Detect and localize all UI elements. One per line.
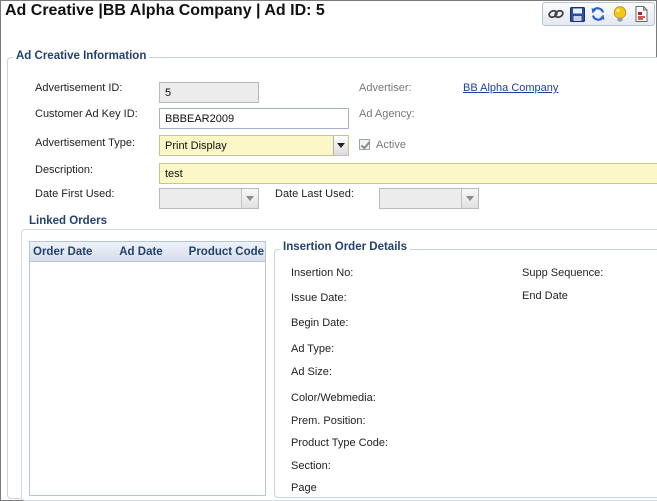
save-button[interactable] — [567, 4, 587, 24]
ad-creative-info-legend: Ad Creative Information — [13, 50, 150, 62]
date-last-used-label: Date Last Used: — [275, 188, 354, 200]
link-button[interactable] — [546, 4, 566, 24]
begin-date-label: Begin Date: — [291, 317, 349, 329]
ad-agency-label: Ad Agency: — [359, 108, 415, 120]
date-last-used-picker[interactable] — [379, 188, 479, 209]
lightbulb-icon — [613, 5, 627, 21]
product-type-code-label: Product Type Code: — [291, 437, 389, 449]
advertisement-type-label: Advertisement Type: — [35, 137, 136, 149]
document-button[interactable] — [631, 4, 651, 24]
column-header-product-code[interactable]: Product Code — [189, 246, 265, 258]
customer-ad-key-id-input[interactable]: BBBEAR2009 — [159, 108, 349, 129]
link-icon — [547, 9, 564, 19]
insertion-order-details-legend: Insertion Order Details — [280, 241, 410, 253]
tips-button[interactable] — [610, 4, 630, 24]
page-title: Ad Creative |BB Alpha Company | Ad ID: 5 — [5, 2, 325, 19]
advertisement-id-label: Advertisement ID: — [35, 82, 123, 94]
active-label: Active — [376, 139, 406, 151]
insertion-no-label: Insertion No: — [291, 267, 354, 279]
description-input[interactable]: test — [159, 163, 657, 184]
issue-date-label: Issue Date: — [291, 292, 347, 304]
ad-size-label: Ad Size: — [291, 366, 332, 378]
refresh-icon — [591, 7, 605, 21]
linked-orders-legend: Linked Orders — [26, 215, 110, 227]
advertiser-label: Advertiser: — [359, 82, 412, 94]
advertisement-id-field[interactable]: 5 — [159, 82, 259, 103]
column-header-ad-date[interactable]: Ad Date — [119, 246, 188, 258]
chevron-down-icon[interactable] — [333, 136, 348, 155]
ad-type-label: Ad Type: — [291, 343, 335, 355]
document-icon — [635, 6, 648, 22]
column-header-order-date[interactable]: Order Date — [30, 246, 119, 258]
save-icon — [569, 6, 585, 22]
color-webmedia-label: Color/Webmedia: — [291, 392, 376, 404]
toolbar — [542, 2, 655, 26]
page-label: Page — [291, 482, 317, 494]
calendar-dropdown-icon[interactable] — [241, 189, 258, 208]
prem-position-label: Prem. Position: — [291, 415, 366, 427]
linked-orders-grid[interactable]: Order Date Ad Date Product Code — [29, 241, 266, 496]
calendar-dropdown-icon[interactable] — [461, 189, 478, 208]
supp-sequence-label: Supp Sequence: — [522, 267, 604, 279]
customer-ad-key-id-label: Customer Ad Key ID: — [35, 108, 138, 120]
active-checkbox[interactable] — [359, 139, 370, 150]
end-date-label: End Date — [522, 290, 568, 302]
window-frame: Ad Creative |BB Alpha Company | Ad ID: 5 — [0, 0, 657, 501]
date-first-used-label: Date First Used: — [35, 188, 115, 200]
advertisement-type-select[interactable]: Print Display — [159, 135, 349, 156]
advertisement-type-value: Print Display — [165, 140, 227, 152]
description-label: Description: — [35, 164, 94, 176]
linked-orders-header: Order Date Ad Date Product Code — [30, 242, 265, 262]
advertiser-link[interactable]: BB Alpha Company — [463, 82, 558, 94]
date-first-used-picker[interactable] — [159, 188, 259, 209]
refresh-button[interactable] — [588, 4, 608, 24]
section-label: Section: — [291, 460, 331, 472]
